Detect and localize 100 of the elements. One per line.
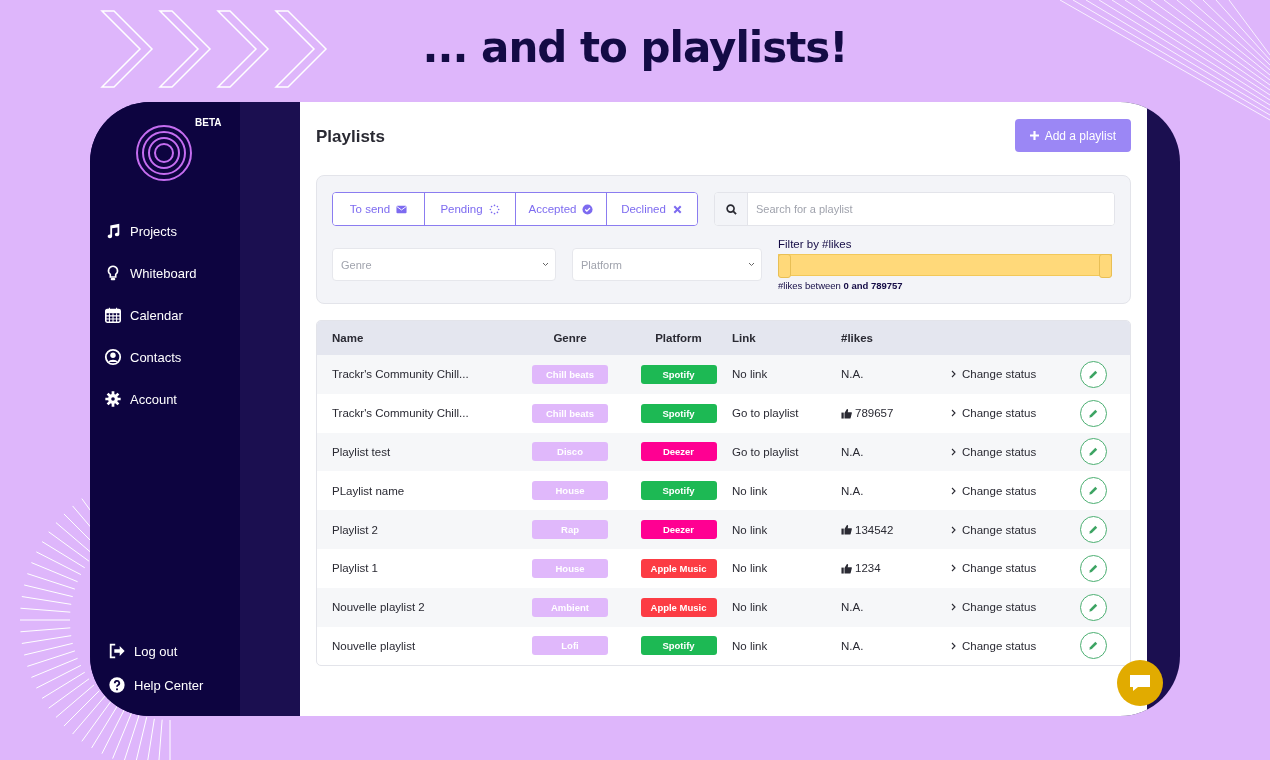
change-status-link[interactable]: Change status	[951, 446, 1037, 458]
genre-tag: House	[532, 558, 608, 578]
table-cell-text: No link	[732, 484, 769, 497]
user-icon	[104, 348, 122, 366]
search-field[interactable]: Search for a playlist	[714, 192, 1115, 226]
pencil-icon	[1088, 601, 1099, 613]
pencil-icon	[1088, 446, 1099, 458]
status-filter-button[interactable]: Declined	[606, 193, 697, 225]
change-status-link[interactable]: Change status	[951, 368, 1037, 381]
likes-count: N.A.	[841, 368, 864, 381]
genre-tag: Disco	[532, 442, 608, 462]
page-title: Playlists	[316, 127, 385, 147]
search-icon	[725, 203, 737, 215]
edit-button[interactable]	[1080, 477, 1107, 505]
platform-tag: Deezer	[640, 442, 717, 462]
table-cell-text: No link	[732, 562, 769, 575]
chat-bubble-icon	[1129, 674, 1151, 692]
chevron-right-icon	[951, 603, 956, 612]
genre-tag: Rap	[532, 520, 608, 540]
table-cell-text: Nouvelle playlist	[332, 639, 417, 652]
filter-label: Filter by #likes	[778, 238, 853, 250]
headline: ... and to playlists!	[422, 22, 848, 72]
table-cell-text: No link	[732, 601, 769, 614]
column-header: Platform	[655, 332, 702, 344]
pencil-icon	[1088, 640, 1099, 652]
likes-count: 134542	[855, 523, 894, 536]
column-header: Link	[732, 332, 757, 344]
likes-count: N.A.	[841, 484, 864, 497]
chevron-right-icon	[951, 525, 956, 534]
likes-count: 1234	[855, 562, 881, 575]
table-cell-text: Go to playlist	[732, 446, 800, 458]
genre-tag: Lofi	[532, 636, 608, 656]
range-slider[interactable]	[778, 254, 1112, 276]
chevron-down-icon	[542, 262, 549, 267]
genre-tag: House	[532, 481, 608, 501]
table-cell-text: Playlist test	[332, 446, 392, 458]
sidebar-item[interactable]: Whiteboard	[104, 264, 240, 282]
edit-button[interactable]	[1080, 438, 1107, 466]
platform-tag: Apple Music	[640, 597, 717, 617]
calendar-icon	[104, 306, 122, 324]
change-status-link[interactable]: Change status	[951, 639, 1037, 652]
chevron-right-icon	[951, 448, 956, 456]
sidebar-item[interactable]: Account	[104, 390, 240, 408]
genre-tag: Chill beats	[532, 403, 608, 423]
pencil-icon	[1088, 485, 1099, 497]
likes-count: N.A.	[841, 639, 864, 652]
table-cell-text: Go to playlist	[732, 407, 800, 420]
chevron-down-icon	[748, 262, 755, 267]
change-status-link[interactable]: Change status	[951, 523, 1037, 536]
pencil-icon	[1088, 524, 1099, 536]
likes-count: 789657	[855, 407, 894, 420]
platform-tag: Apple Music	[640, 558, 717, 578]
change-status-link[interactable]: Change status	[951, 484, 1037, 497]
edit-button[interactable]	[1080, 593, 1107, 621]
edit-button[interactable]	[1080, 516, 1107, 544]
table-cell-text: Nouvelle playlist 2	[332, 601, 426, 614]
edit-button[interactable]	[1080, 632, 1107, 660]
sidebar-item[interactable]: Help Center	[108, 676, 240, 694]
pencil-icon	[1088, 368, 1099, 380]
likes-count: N.A.	[841, 446, 864, 458]
change-status-link[interactable]: Change status	[951, 407, 1037, 420]
sidebar-item[interactable]: Projects	[104, 222, 240, 240]
sidebar-item[interactable]: Log out	[108, 642, 240, 660]
logout-icon	[108, 642, 126, 660]
plus-icon	[1029, 131, 1039, 140]
pencil-icon	[1088, 562, 1099, 574]
change-status-link[interactable]: Change status	[951, 562, 1037, 575]
sidebar-item[interactable]: Contacts	[104, 348, 240, 366]
envelope-icon	[396, 203, 408, 215]
platform-tag: Spotify	[640, 403, 717, 423]
table-cell-text: No link	[732, 639, 769, 652]
column-header: #likes	[841, 332, 874, 344]
platform-tag: Spotify	[640, 481, 717, 501]
beta-label: BETA	[195, 117, 222, 128]
sidebar-item[interactable]: Calendar	[104, 306, 240, 324]
platform-tag: Spotify	[640, 364, 717, 384]
check-circle-icon	[582, 203, 594, 215]
slider-handle[interactable]	[778, 254, 791, 278]
chevron-right-icon	[951, 409, 956, 418]
platform-tag: Spotify	[640, 636, 717, 656]
column-header: Name	[332, 332, 365, 344]
platform-tag: Deezer	[640, 520, 717, 540]
table-cell-text: No link	[732, 523, 769, 536]
close-icon	[671, 203, 683, 215]
genre-tag: Chill beats	[532, 364, 608, 384]
table-cell-text: Trackr's Community Chill...	[332, 368, 470, 381]
spiral-logo-icon	[135, 124, 193, 182]
slider-handle[interactable]	[1099, 254, 1112, 278]
chevron-right-icon	[951, 370, 956, 379]
help-icon	[108, 676, 126, 694]
chevron-right-icon	[951, 486, 956, 495]
likes-count: N.A.	[841, 601, 864, 614]
edit-button[interactable]	[1080, 399, 1107, 427]
change-status-link[interactable]: Change status	[951, 601, 1037, 614]
edit-button[interactable]	[1080, 360, 1107, 388]
chevron-right-icon	[951, 641, 956, 650]
column-header: Genre	[553, 332, 587, 344]
table-cell-text: Playlist 2	[332, 523, 380, 536]
table-cell-text: Trackr's Community Chill...	[332, 407, 470, 420]
edit-button[interactable]	[1080, 554, 1107, 582]
